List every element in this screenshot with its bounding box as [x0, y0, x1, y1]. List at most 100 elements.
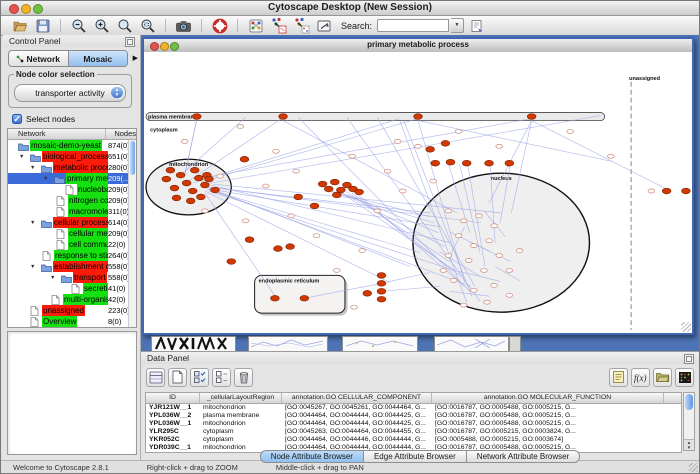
network-node-selected[interactable]: [310, 203, 319, 209]
tree-row[interactable]: multi-organism pro42(0): [8, 294, 136, 305]
tree-row[interactable]: macromolecule311(0): [8, 206, 136, 217]
network-node[interactable]: [496, 254, 503, 258]
tree-row[interactable]: ▼transport558(0): [8, 272, 136, 283]
attribute-table-header[interactable]: ID_cellularLayoutRegionannotation.GO CEL…: [146, 393, 681, 404]
network-node[interactable]: [506, 293, 513, 297]
network-node-selected[interactable]: [227, 259, 236, 265]
network-node-selected[interactable]: [170, 185, 179, 191]
column-header[interactable]: _cellularLayoutRegion: [200, 393, 282, 403]
snapshot-icon[interactable]: [173, 17, 194, 34]
layout-b-icon[interactable]: [291, 17, 312, 34]
network-node-selected[interactable]: [294, 194, 303, 200]
network-node[interactable]: [481, 268, 488, 272]
network-node-selected[interactable]: [462, 160, 471, 166]
network-node-selected[interactable]: [245, 237, 254, 243]
network-node[interactable]: [465, 259, 472, 263]
tab-network[interactable]: Network: [9, 51, 68, 66]
network-node-selected[interactable]: [188, 188, 197, 194]
tree-row[interactable]: response to stimulu264(0): [8, 250, 136, 261]
network-node-selected[interactable]: [182, 180, 191, 186]
network-node-selected[interactable]: [186, 198, 195, 204]
network-node[interactable]: [460, 303, 467, 307]
select-nodes-checkbox[interactable]: ✓: [12, 114, 22, 124]
column-header[interactable]: annotation.GO CELLULAR_COMPONENT: [282, 393, 432, 403]
background-window-fragment[interactable]: [248, 336, 328, 351]
network-node-selected[interactable]: [414, 114, 423, 120]
network-node-selected[interactable]: [166, 167, 175, 173]
search-input[interactable]: [377, 19, 449, 32]
tree-row[interactable]: Overview8(0): [8, 316, 136, 327]
network-node[interactable]: [470, 288, 477, 292]
network-node[interactable]: [349, 154, 356, 158]
tree-expander-icon[interactable]: ▼: [19, 152, 24, 163]
network-node-selected[interactable]: [446, 159, 455, 165]
network-node-selected[interactable]: [279, 114, 288, 120]
network-node[interactable]: [415, 144, 422, 148]
network-node-selected[interactable]: [355, 189, 364, 195]
tree-row[interactable]: ▼primary metabo209(...: [8, 173, 136, 184]
import-folder-icon[interactable]: [653, 368, 672, 387]
network-node[interactable]: [484, 300, 491, 304]
network-node[interactable]: [445, 209, 452, 213]
network-node[interactable]: [333, 268, 340, 272]
background-window-fragment[interactable]: [509, 336, 521, 351]
unselect-attributes-icon[interactable]: [212, 368, 231, 387]
network-node-selected[interactable]: [240, 156, 249, 162]
label-icon[interactable]: [609, 368, 628, 387]
network-node[interactable]: [567, 129, 574, 133]
network-node[interactable]: [450, 278, 457, 282]
network-window-titlebar[interactable]: primary metabolic process: [144, 39, 692, 53]
search-options-icon[interactable]: [466, 17, 487, 34]
tree-row[interactable]: mosaic-demo-yeast874(0): [8, 140, 136, 151]
network-node[interactable]: [476, 214, 483, 218]
network-node-selected[interactable]: [332, 192, 341, 198]
network-node[interactable]: [237, 124, 244, 128]
table-row[interactable]: YJR121W__1mitochondrion[GO:0045267, GO:0…: [146, 404, 681, 412]
network-node[interactable]: [486, 239, 493, 243]
tab-node-attribute-browser[interactable]: Node Attribute Browser: [260, 450, 364, 463]
network-node[interactable]: [470, 244, 477, 248]
network-node[interactable]: [496, 144, 503, 148]
save-icon[interactable]: [32, 17, 53, 34]
network-node[interactable]: [491, 224, 498, 228]
help-ring-icon[interactable]: [209, 17, 230, 34]
tree-expander-icon[interactable]: ▼: [50, 273, 55, 284]
network-node[interactable]: [491, 283, 498, 287]
network-node[interactable]: [399, 189, 406, 193]
tree-row[interactable]: cell communicat22(0): [8, 239, 136, 250]
tree-row[interactable]: unassigned223(0): [8, 305, 136, 316]
tree-row[interactable]: ▼establishment of lo558(0): [8, 261, 136, 272]
network-node[interactable]: [293, 169, 300, 173]
background-window-fragment[interactable]: [342, 336, 418, 351]
tab-edge-attribute-browser[interactable]: Edge Attribute Browser: [364, 450, 467, 463]
network-node-selected[interactable]: [377, 288, 386, 294]
zoom-selected-icon[interactable]: [137, 17, 158, 34]
matrix-icon[interactable]: [675, 368, 694, 387]
app-resize-grip[interactable]: [689, 463, 698, 472]
network-node-selected[interactable]: [324, 186, 333, 192]
tree-expander-icon[interactable]: ▼: [30, 163, 35, 174]
network-node-selected[interactable]: [431, 160, 440, 166]
network-node[interactable]: [313, 234, 320, 238]
network-node[interactable]: [273, 149, 280, 153]
tabs-overflow-arrow-icon[interactable]: ▶: [133, 54, 138, 62]
formula-icon[interactable]: f(x): [631, 368, 650, 387]
network-node[interactable]: [516, 249, 523, 253]
network-node-selected[interactable]: [192, 114, 201, 120]
tree-expander-icon[interactable]: ▼: [43, 174, 48, 185]
network-node-selected[interactable]: [330, 179, 339, 185]
delete-attribute-icon[interactable]: [234, 368, 253, 387]
network-node-selected[interactable]: [274, 246, 283, 252]
table-row[interactable]: YKR052Ccytoplasm[GO:0044464, GO:0044446,…: [146, 436, 681, 444]
tree-row[interactable]: ▼cellular process614(0): [8, 217, 136, 228]
select-attributes-icon[interactable]: [190, 368, 209, 387]
network-node-selected[interactable]: [271, 295, 280, 301]
network-node-selected[interactable]: [682, 188, 691, 194]
network-node[interactable]: [394, 139, 401, 143]
background-window-fragment[interactable]: [151, 336, 236, 351]
network-node-selected[interactable]: [286, 244, 295, 250]
network-overview-icon[interactable]: [245, 17, 266, 34]
network-node[interactable]: [242, 219, 249, 223]
network-node-selected[interactable]: [190, 167, 199, 173]
annotation-icon[interactable]: [314, 17, 335, 34]
